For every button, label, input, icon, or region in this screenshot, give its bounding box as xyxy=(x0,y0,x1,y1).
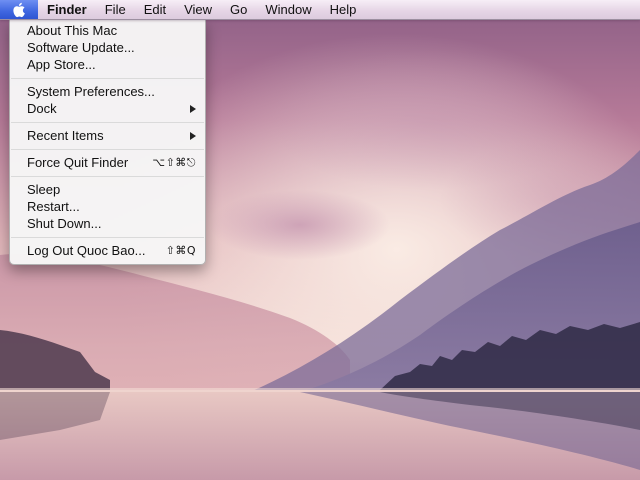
view-menu[interactable]: View xyxy=(175,0,221,19)
finder-menu[interactable]: Finder xyxy=(38,0,96,19)
menu-item-label: Restart... xyxy=(27,199,80,214)
menu-item-dock[interactable]: Dock xyxy=(10,100,205,117)
apple-logo-icon xyxy=(13,2,25,17)
menu-item-force-quit[interactable]: Force Quit Finder ⌥⇧⌘⎋ xyxy=(10,154,205,171)
keyboard-shortcut: ⇧⌘Q xyxy=(165,244,196,257)
menu-bar: Finder File Edit View Go Window Help xyxy=(0,0,640,20)
menu-item-shut-down[interactable]: Shut Down... xyxy=(10,215,205,232)
menu-separator xyxy=(11,122,204,123)
menu-item-label: About This Mac xyxy=(27,23,118,38)
help-menu[interactable]: Help xyxy=(321,0,366,19)
menu-item-label: System Preferences... xyxy=(27,84,155,99)
edit-menu[interactable]: Edit xyxy=(135,0,175,19)
menu-item-label: Force Quit Finder xyxy=(27,155,129,170)
menu-item-restart[interactable]: Restart... xyxy=(10,198,205,215)
menu-item-about-this-mac[interactable]: About This Mac xyxy=(10,22,205,39)
menu-item-label: Dock xyxy=(27,101,57,116)
submenu-arrow-icon xyxy=(190,132,196,140)
menu-separator xyxy=(11,149,204,150)
menu-separator xyxy=(11,237,204,238)
menu-item-app-store[interactable]: App Store... xyxy=(10,56,205,73)
keyboard-shortcut: ⌥⇧⌘⎋ xyxy=(152,156,196,169)
menu-separator xyxy=(11,78,204,79)
menu-item-sleep[interactable]: Sleep xyxy=(10,181,205,198)
menu-item-label: Shut Down... xyxy=(27,216,102,231)
menu-item-label: App Store... xyxy=(27,57,96,72)
apple-menu-dropdown: About This Mac Software Update... App St… xyxy=(9,19,206,265)
submenu-arrow-icon xyxy=(190,105,196,113)
menu-separator xyxy=(11,176,204,177)
menu-item-log-out[interactable]: Log Out Quoc Bao... ⇧⌘Q xyxy=(10,242,205,259)
window-menu[interactable]: Window xyxy=(256,0,320,19)
file-menu[interactable]: File xyxy=(96,0,135,19)
menu-item-label: Software Update... xyxy=(27,40,135,55)
menu-item-label: Recent Items xyxy=(27,128,104,143)
go-menu[interactable]: Go xyxy=(221,0,256,19)
apple-menu-button[interactable] xyxy=(0,0,38,19)
menu-item-label: Sleep xyxy=(27,182,61,197)
menu-item-label: Log Out Quoc Bao... xyxy=(27,243,146,258)
menu-item-software-update[interactable]: Software Update... xyxy=(10,39,205,56)
menu-item-recent-items[interactable]: Recent Items xyxy=(10,127,205,144)
desktop: Finder File Edit View Go Window Help Abo… xyxy=(0,0,640,480)
menu-item-system-preferences[interactable]: System Preferences... xyxy=(10,83,205,100)
